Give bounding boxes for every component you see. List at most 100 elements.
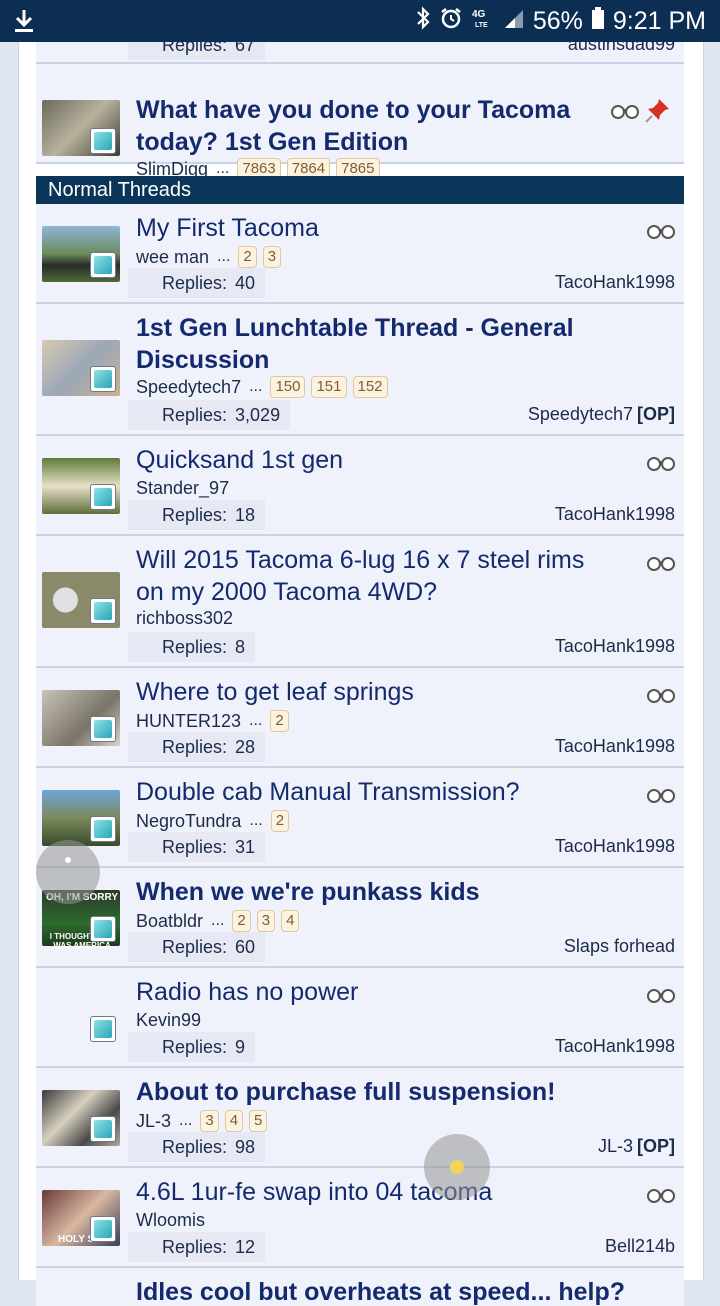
signal-icon <box>503 6 525 36</box>
thread-row[interactable]: Where to get leaf springs HUNTER123... 2 Re… <box>36 668 684 768</box>
last-poster-name[interactable]: TacoHank1998 <box>555 1036 675 1056</box>
page-link[interactable]: 3 <box>262 246 282 268</box>
thread-title[interactable]: 4.6L 1ur-fe swap into 04 tacoma <box>136 1176 606 1208</box>
page-link[interactable]: 2 <box>270 710 289 732</box>
clock-time: 9:21 PM <box>612 6 706 35</box>
thread-list: Replies: 67 austinsdad99 What have you do… <box>36 42 684 1306</box>
last-poster[interactable]: austinsdad99 <box>568 42 675 55</box>
avatar-badge-icon <box>90 1116 116 1142</box>
thread-row[interactable]: About to purchase full suspension! JL-3..… <box>36 1068 684 1168</box>
last-poster-name[interactable]: TacoHank1998 <box>555 836 675 856</box>
avatar-badge-icon <box>90 1016 116 1042</box>
thread-meta: wee man... 2 3 <box>136 246 282 268</box>
page-link[interactable]: 2 <box>232 910 251 932</box>
thread-author[interactable]: HUNTER123 <box>136 711 241 732</box>
thread-title[interactable]: My First Tacoma <box>136 212 606 244</box>
sticky-thread-row[interactable]: What have you done to your Tacoma today?… <box>36 64 684 180</box>
avatar-badge-icon <box>90 716 116 742</box>
thread-author[interactable]: richboss302 <box>136 608 233 629</box>
thread-title[interactable]: Quicksand 1st gen <box>136 444 606 476</box>
avatar-badge-icon <box>90 484 116 510</box>
thread-title[interactable]: Idles cool but overheats at speed... hel… <box>136 1276 656 1306</box>
thread-row[interactable]: My First Tacoma wee man... 2 3 Replies: 40 Tac… <box>36 204 684 304</box>
thread-author[interactable]: Speedytech7 <box>136 377 241 398</box>
watched-glasses-icon <box>647 789 675 803</box>
battery-icon <box>591 6 605 36</box>
replies-count: Replies: 18 <box>128 500 266 530</box>
avatar-badge-icon <box>90 816 116 842</box>
thread-meta: NegroTundra... 2 <box>136 810 290 832</box>
thread-row-partial-bottom[interactable]: Idles cool but overheats at speed... hel… <box>36 1268 684 1306</box>
thread-author[interactable]: wee man <box>136 247 209 268</box>
thread-meta: Stander_97 <box>136 478 229 499</box>
thread-meta: Boatbldr... 2 3 4 <box>136 910 300 932</box>
replies-count: Replies: 31 <box>128 832 266 862</box>
thread-title[interactable]: Where to get leaf springs <box>136 676 606 708</box>
thread-title[interactable]: Radio has no power <box>136 976 606 1008</box>
replies-count: Replies: 60 <box>128 932 266 962</box>
last-poster: TacoHank1998 <box>555 504 675 525</box>
thread-title[interactable]: 1st Gen Lunchtable Thread - General Disc… <box>136 312 606 376</box>
floating-assistant-button[interactable] <box>424 1134 490 1200</box>
last-poster-name[interactable]: TacoHank1998 <box>555 272 675 292</box>
last-poster-name[interactable]: Speedytech7 <box>528 404 633 424</box>
thread-title[interactable]: About to purchase full suspension! <box>136 1076 606 1108</box>
thread-meta: Wloomis <box>136 1210 205 1231</box>
op-badge: [OP] <box>637 404 675 424</box>
replies-count: Replies: 12 <box>128 1232 266 1262</box>
last-poster: TacoHank1998 <box>555 1036 675 1057</box>
replies-count: Replies: 40 <box>128 268 266 298</box>
page-link[interactable]: 2 <box>270 810 290 832</box>
thumbnail-caption: HOLY S <box>58 1234 95 1245</box>
replies-count: Replies: 9 <box>128 1032 256 1062</box>
replies-count: Replies: 8 <box>128 632 256 662</box>
bluetooth-icon <box>415 6 431 36</box>
ellipsis: ... <box>211 912 225 929</box>
watched-glasses-icon <box>647 557 675 571</box>
thread-row[interactable]: HOLY S 4.6L 1ur-fe swap into 04 tacoma Wlo… <box>36 1168 684 1268</box>
thread-author[interactable]: Wloomis <box>136 1210 205 1231</box>
thread-row[interactable]: Quicksand 1st gen Stander_97 Replies: 18 Tac… <box>36 436 684 536</box>
thread-author[interactable]: Boatbldr <box>136 911 203 932</box>
status-bar: 4G LTE 56% 9:21 PM <box>0 0 720 42</box>
thread-author[interactable]: Stander_97 <box>136 478 229 499</box>
avatar-badge-icon <box>90 366 116 392</box>
sticky-pin-icon <box>645 99 669 123</box>
thread-row[interactable]: Double cab Manual Transmission? NegroTund… <box>36 768 684 868</box>
thread-title[interactable]: Will 2015 Tacoma 6-lug 16 x 7 steel rims… <box>136 544 606 608</box>
thread-row[interactable]: Will 2015 Tacoma 6-lug 16 x 7 steel rims… <box>36 536 684 668</box>
page-link[interactable]: 152 <box>352 376 388 398</box>
floating-menu-button[interactable] <box>36 840 100 904</box>
thread-author[interactable]: Kevin99 <box>136 1010 201 1031</box>
watched-glasses-icon <box>647 989 675 1003</box>
last-poster-name[interactable]: Bell214b <box>605 1236 675 1256</box>
last-poster-name[interactable]: TacoHank1998 <box>555 636 675 656</box>
page-link[interactable]: 4 <box>281 910 300 932</box>
thread-title[interactable]: Double cab Manual Transmission? <box>136 776 606 808</box>
page-link[interactable]: 4 <box>224 1110 244 1132</box>
replies-count: Replies: 67 <box>128 42 266 60</box>
page-link[interactable]: 3 <box>256 910 276 932</box>
thread-row[interactable]: OH, I'M SORRYI THOUGHT THIS WAS AMERICAW… <box>36 868 684 968</box>
page-link[interactable]: 151 <box>311 376 347 398</box>
last-poster-name[interactable]: Slaps forhead <box>564 936 675 956</box>
last-poster-name[interactable]: TacoHank1998 <box>555 736 675 756</box>
page-link[interactable]: 3 <box>200 1110 219 1132</box>
section-header-normal-threads: Normal Threads <box>36 176 684 204</box>
last-poster-name[interactable]: TacoHank1998 <box>555 504 675 524</box>
thread-author[interactable]: NegroTundra <box>136 811 241 832</box>
op-badge: [OP] <box>637 1136 675 1156</box>
watched-glasses-icon <box>647 457 675 471</box>
last-poster-name[interactable]: JL-3 <box>598 1136 633 1156</box>
thread-row[interactable]: Radio has no power Kevin99 Replies: 9 TacoHa… <box>36 968 684 1068</box>
thread-title[interactable]: When we we're punkass kids <box>136 876 606 908</box>
page-link[interactable]: 2 <box>238 246 257 268</box>
thread-author[interactable]: JL-3 <box>136 1111 171 1132</box>
thread-title[interactable]: What have you done to your Tacoma today?… <box>136 94 606 158</box>
thread-row-partial[interactable]: Replies: 67 austinsdad99 <box>36 42 684 64</box>
page-link[interactable]: 5 <box>249 1110 268 1132</box>
avatar-badge-icon <box>90 916 116 942</box>
page-link[interactable]: 150 <box>270 376 306 398</box>
thread-meta: Kevin99 <box>136 1010 201 1031</box>
thread-row[interactable]: 1st Gen Lunchtable Thread - General Disc… <box>36 304 684 436</box>
